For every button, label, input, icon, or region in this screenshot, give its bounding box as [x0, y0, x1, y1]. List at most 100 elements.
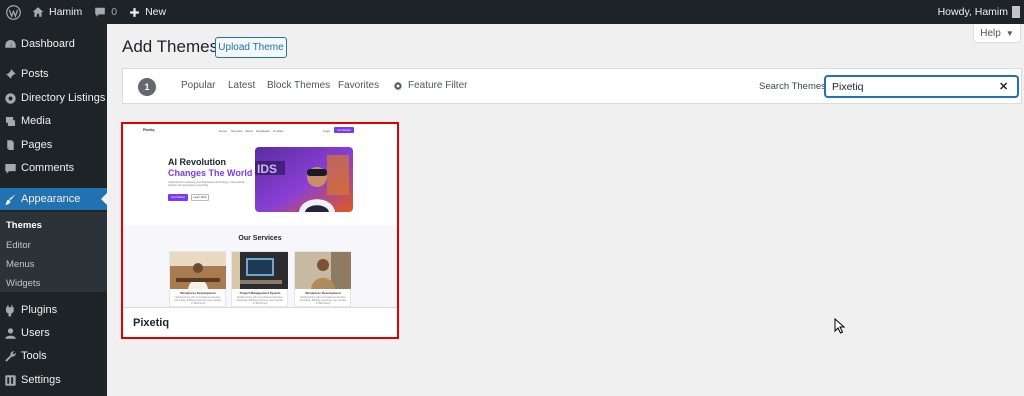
sidebar-item-label: Posts [21, 68, 49, 80]
pin-icon [0, 68, 21, 81]
gear-icon [394, 81, 402, 90]
comment-count: 0 [111, 6, 118, 18]
theme-screenshot[interactable]: Pixetiq Home Services About Newsletter C… [123, 124, 397, 307]
sidebar-item-label: Users [21, 327, 50, 339]
upload-theme-button[interactable]: Upload Theme [215, 37, 287, 58]
comments-link[interactable]: 0 [88, 0, 123, 24]
my-account-link[interactable]: Howdy, Hamim [932, 0, 1024, 24]
theme-name: Pixetiq [133, 317, 170, 329]
sidebar-item-label: Directory Listings [21, 92, 106, 104]
submenu-item-menus[interactable]: Menus [6, 259, 35, 270]
plugin-icon [0, 304, 21, 317]
submenu-item-themes[interactable]: Themes [6, 220, 42, 231]
preview-headline-2: Changes The World [168, 168, 253, 178]
sidebar-item-posts[interactable]: Posts [0, 62, 107, 86]
preview-nav-link: Services [231, 129, 243, 133]
preview-service-card: Project Management System Building futur… [231, 251, 288, 307]
home-icon [32, 7, 44, 17]
admin-bar: Hamim 0 New Howdy, Hamim [0, 0, 1024, 24]
clear-search-icon[interactable]: ✕ [999, 80, 1008, 93]
help-tab-button[interactable]: Help ▼ [973, 24, 1021, 43]
preview-service-title: Wordpress Development [180, 291, 216, 295]
sidebar-item-settings[interactable]: Settings [0, 368, 107, 392]
sidebar-item-label: Comments [21, 162, 75, 174]
preview-service-text: Building future with personalized automa… [236, 297, 284, 305]
preview-nav: Pixetiq Home Services About Newsletter C… [123, 127, 397, 137]
sidebar-item-label: Settings [21, 374, 61, 386]
theme-count-badge: 1 [138, 78, 156, 96]
preview-nav-link: Contact [273, 129, 284, 133]
preview-cta: Get Started [334, 127, 354, 133]
preview-hero-image: IDS [255, 147, 353, 212]
preview-service-card: Wordpress Development Building future wi… [294, 251, 351, 307]
brush-icon [0, 193, 21, 206]
new-content-link[interactable]: New [123, 0, 172, 24]
sidebar-item-label: Dashboard [21, 38, 75, 50]
howdy-text: Howdy, Hamim [937, 6, 1008, 18]
preview-service-text: Building future with personalized automa… [299, 297, 347, 305]
theme-card-footer: Pixetiq [123, 307, 397, 337]
media-icon [0, 115, 21, 128]
comments-icon [0, 162, 21, 175]
sidebar-item-users[interactable]: Users [0, 321, 107, 345]
submenu-item-widgets[interactable]: Widgets [6, 278, 40, 289]
help-label: Help [980, 27, 1001, 39]
filter-popular[interactable]: Popular [181, 80, 215, 91]
filter-favorites[interactable]: Favorites [338, 80, 379, 91]
settings-icon [0, 374, 21, 387]
sidebar-item-media[interactable]: Media [0, 109, 107, 133]
preview-secondary-button: Learn More [191, 194, 209, 201]
pages-icon [0, 139, 21, 152]
dashboard-icon [0, 38, 21, 51]
avatar [1012, 6, 1020, 18]
search-themes-input[interactable] [825, 76, 1018, 97]
wrench-icon [0, 350, 21, 363]
feature-filter-button[interactable]: Feature Filter [393, 80, 467, 91]
sidebar-item-label: Appearance [21, 193, 81, 205]
sidebar-item-label: Pages [21, 139, 53, 151]
theme-card[interactable]: Pixetiq Home Services About Newsletter C… [121, 122, 399, 339]
preview-headline-1: AI Revolution [168, 157, 226, 167]
filter-latest[interactable]: Latest [228, 80, 255, 91]
preview-service-title: Wordpress Development [305, 291, 341, 295]
filter-block-themes[interactable]: Block Themes [267, 80, 330, 91]
plus-icon [130, 7, 139, 17]
sidebar-item-tools[interactable]: Tools [0, 344, 107, 368]
sidebar-item-label: Tools [21, 350, 47, 362]
preview-body-text: Unlimited AI to enhance your Businesses … [168, 181, 245, 188]
sidebar-item-pages[interactable]: Pages [0, 133, 107, 157]
preview-services-title: Our Services [238, 235, 282, 242]
preview-service-image [295, 252, 351, 289]
preview-service-card: Wordpress Development Building future wi… [169, 251, 226, 307]
sidebar-item-plugins[interactable]: Plugins [0, 298, 107, 322]
sidebar-item-directory-listings[interactable]: Directory Listings [0, 86, 107, 110]
preview-logo: Pixetiq [143, 128, 155, 132]
theme-filter-bar: 1 Popular Latest Block Themes Favorites … [122, 68, 1022, 104]
sidebar-item-comments[interactable]: Comments [0, 156, 107, 180]
admin-sidebar: Dashboard Posts Directory Listings Media… [0, 24, 107, 396]
sidebar-item-appearance[interactable]: Appearance [0, 188, 107, 210]
preview-service-title: Project Management System [239, 291, 281, 295]
listings-icon [0, 92, 21, 105]
preview-nav-link: Home [219, 129, 228, 133]
preview-primary-button: Get Started [168, 194, 188, 201]
new-label: New [145, 6, 167, 18]
preview-service-image [232, 252, 288, 289]
preview-service-image [170, 252, 226, 289]
submenu-item-editor[interactable]: Editor [6, 240, 31, 251]
search-themes-label: Search Themes [759, 81, 826, 92]
preview-nav-link: Newsletter [256, 129, 271, 133]
appearance-submenu: Themes Editor Menus Widgets [0, 212, 107, 292]
sidebar-item-label: Media [21, 115, 51, 127]
comment-bubble-icon [95, 7, 106, 17]
page-title: Add Themes [122, 37, 219, 56]
wordpress-logo-icon[interactable] [2, 0, 24, 24]
preview-login: Login [323, 129, 331, 133]
site-name: Hamim [49, 6, 83, 18]
site-name-link[interactable]: Hamim [24, 0, 88, 24]
caret-down-icon: ▼ [1005, 28, 1014, 38]
sidebar-item-label: Plugins [21, 304, 58, 316]
svg-text:IDS: IDS [257, 162, 277, 176]
sidebar-item-dashboard[interactable]: Dashboard [0, 32, 107, 56]
users-icon [0, 327, 21, 340]
